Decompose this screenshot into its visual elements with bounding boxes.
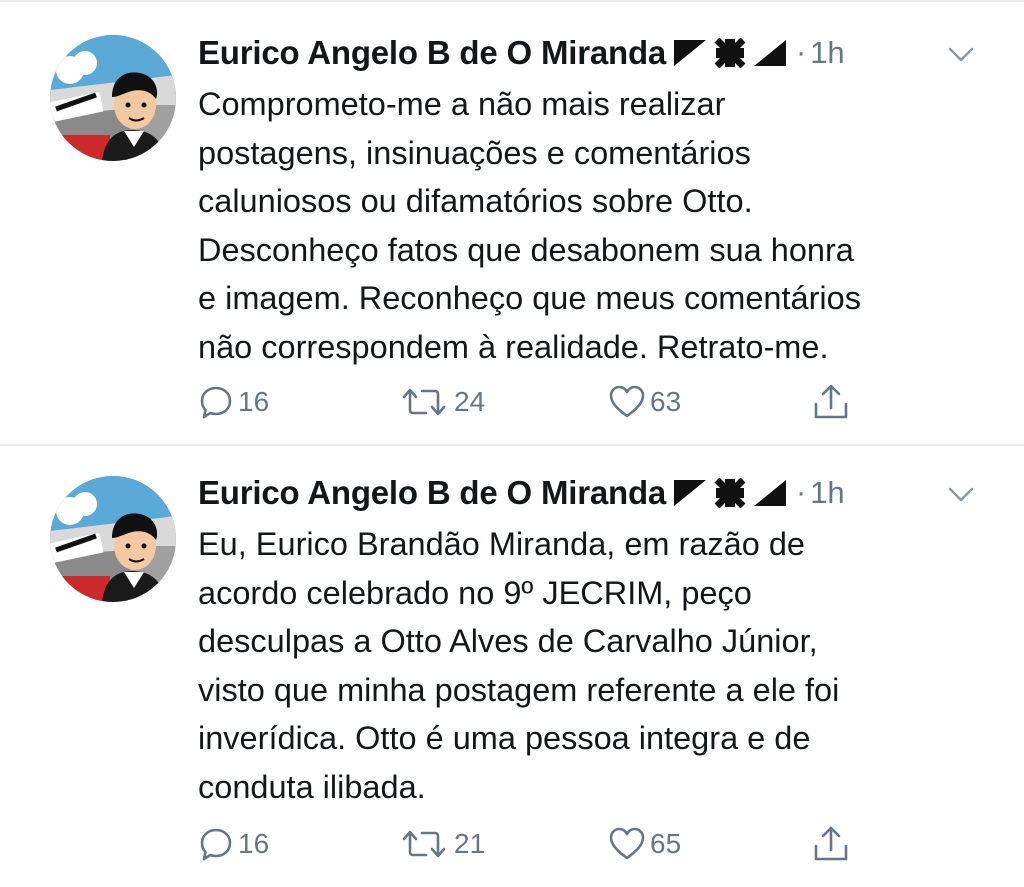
tweet-text-line: Eu, Eurico Brandão Miranda, em razão de [198, 526, 805, 562]
like-count: 65 [650, 828, 682, 859]
tweet-header: Eurico Angelo B de O Miranda · 1h [198, 30, 845, 76]
tweet-text-line: não correspondem à realidade. Retrato-me… [198, 328, 829, 365]
tweet-text-line: acordo celebrado no 9º JECRIM, peço [198, 574, 752, 611]
tweet-text: Eu, Eurico Brandão Miranda, em razão de … [198, 520, 998, 811]
timestamp[interactable]: 1h [810, 475, 844, 511]
share-icon [814, 826, 848, 861]
retweet-count: 21 [454, 828, 486, 859]
share-button[interactable] [811, 821, 851, 867]
header-separator: · [796, 36, 807, 69]
tweet-text-line: conduta ilibada. [198, 768, 426, 805]
tweet-text-line: e imagem. Reconheço que meus comentários [198, 280, 861, 316]
like-button[interactable]: 63 [608, 379, 681, 425]
retweet-icon [402, 388, 446, 416]
heart-icon [609, 827, 645, 860]
tweet-text-line: postagens, insinuações e comentários [198, 134, 751, 171]
reply-icon [200, 828, 232, 861]
reply-button[interactable]: 16 [198, 821, 269, 867]
reply-button[interactable]: 16 [198, 379, 269, 425]
tweet-text: Comprometo-me a não mais realizar postag… [198, 80, 998, 371]
chevron-down-icon[interactable] [946, 42, 976, 66]
like-count: 63 [650, 386, 682, 417]
vasco-flag-icon [672, 478, 790, 508]
retweet-count: 24 [454, 386, 486, 417]
heart-icon [609, 385, 645, 418]
vasco-flag-icon [672, 38, 790, 68]
share-icon [814, 384, 848, 419]
chevron-down-icon[interactable] [946, 482, 976, 506]
author-name[interactable]: Eurico Angelo B de O Miranda [198, 34, 666, 72]
tweet-actions: 16 21 65 [198, 821, 898, 867]
tweet-text-line: Desconheço fatos que desabonem sua honra [198, 231, 854, 268]
tweet[interactable]: Eurico Angelo B de O Miranda · 1h Eu, Eu… [0, 446, 1024, 887]
reply-count: 16 [238, 386, 270, 417]
avatar[interactable] [50, 476, 176, 602]
retweet-icon [402, 830, 446, 858]
tweet-text-line: desculpas a Otto Alves de Carvalho Júnio… [198, 623, 818, 659]
tweet-text-line: Comprometo-me a não mais realizar [198, 86, 726, 122]
retweet-button[interactable]: 24 [398, 379, 485, 425]
like-button[interactable]: 65 [608, 821, 681, 867]
tweet-header: Eurico Angelo B de O Miranda · 1h [198, 470, 845, 516]
tweet[interactable]: Eurico Angelo B de O Miranda · 1h Compro… [0, 2, 1024, 444]
tweet-text-line: caluniosos ou difamatórios sobre Otto. [198, 183, 753, 219]
header-separator: · [796, 476, 807, 509]
avatar[interactable] [50, 35, 176, 161]
timestamp[interactable]: 1h [810, 35, 844, 71]
retweet-button[interactable]: 21 [398, 821, 485, 867]
author-name[interactable]: Eurico Angelo B de O Miranda [198, 474, 666, 512]
tweet-text-line: inverídica. Otto é uma pessoa integra e … [198, 720, 811, 756]
reply-count: 16 [238, 828, 270, 859]
tweet-text-line: visto que minha postagem referente a ele… [198, 671, 840, 708]
tweet-actions: 16 24 63 [198, 379, 898, 425]
reply-icon [200, 386, 232, 419]
share-button[interactable] [811, 379, 851, 425]
